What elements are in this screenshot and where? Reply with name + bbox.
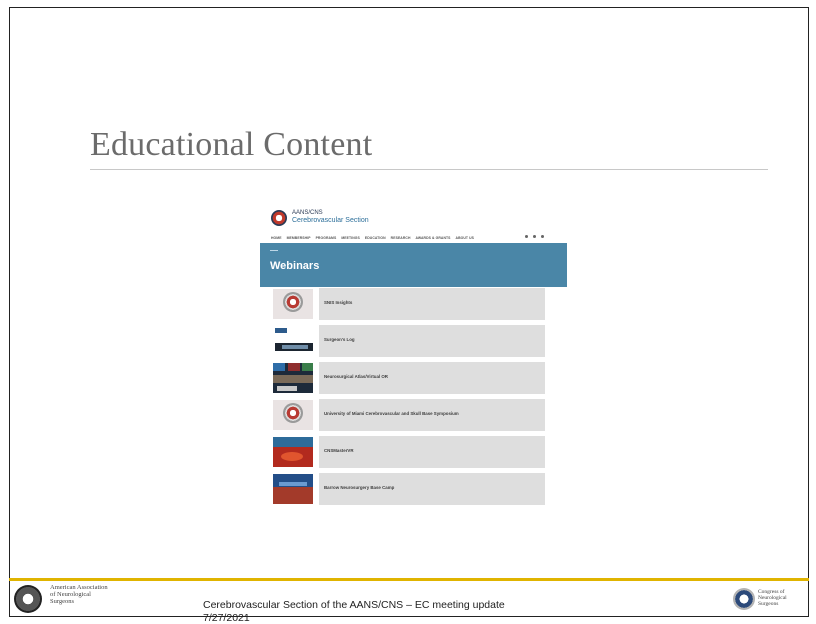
nav-item-programs[interactable]: PROGRAMS: [316, 236, 337, 240]
aans-cns-logo-icon: [271, 210, 287, 226]
item-label: Neurosurgical Atlas/Virtual OR: [324, 374, 388, 379]
footer-right-org: Congress of Neurological Surgeons: [758, 589, 787, 607]
item-label: University of Miami Cerebrovascular and …: [324, 411, 459, 416]
list-item[interactable]: Surgeon's Log: [273, 325, 545, 357]
item-thumbnail: [273, 326, 313, 356]
slide-title: Educational Content: [90, 126, 373, 163]
seal-icon: [283, 403, 303, 423]
nav-item-about[interactable]: ABOUT US: [456, 236, 475, 240]
item-label: Surgeon's Log: [324, 337, 355, 342]
list-item[interactable]: Barrow Neurosurgery Base Camp: [273, 473, 545, 505]
social-icon[interactable]: [525, 235, 528, 238]
banner-title: Webinars: [270, 260, 320, 272]
footer-date: 7/27/2021: [203, 612, 250, 624]
item-label: CNSMasterVR: [324, 448, 354, 453]
website-screenshot: AANS/CNS Cerebrovascular Section HOME ME…: [249, 198, 577, 508]
aans-logo-icon: [14, 585, 42, 613]
site-section-name: Cerebrovascular Section: [292, 217, 369, 224]
item-label: Barrow Neurosurgery Base Camp: [324, 485, 395, 490]
item-label: SNIS Insights: [324, 300, 353, 305]
footer-divider: [9, 578, 809, 581]
nav-item-meetings[interactable]: MEETINGS: [341, 236, 360, 240]
item-card[interactable]: CNSMasterVR: [319, 436, 545, 468]
item-card[interactable]: Neurosurgical Atlas/Virtual OR: [319, 362, 545, 394]
list-item[interactable]: CNSMasterVR: [273, 436, 545, 468]
nav-item-home[interactable]: HOME: [271, 236, 282, 240]
item-thumbnail: [273, 289, 313, 319]
list-item[interactable]: University of Miami Cerebrovascular and …: [273, 399, 545, 431]
site-header: AANS/CNS Cerebrovascular Section: [249, 198, 577, 232]
list-item[interactable]: SNIS Insights: [273, 288, 545, 320]
site-nav-icons: [525, 235, 544, 238]
item-card[interactable]: University of Miami Cerebrovascular and …: [319, 399, 545, 431]
item-card[interactable]: Barrow Neurosurgery Base Camp: [319, 473, 545, 505]
breadcrumb: [270, 250, 278, 251]
nav-item-education[interactable]: EDUCATION: [365, 236, 386, 240]
nav-item-research[interactable]: RESEARCH: [391, 236, 411, 240]
title-divider: [90, 169, 768, 170]
social-icon[interactable]: [541, 235, 544, 238]
nav-item-awards[interactable]: AWARDS & GRANTS: [416, 236, 451, 240]
item-thumbnail: [273, 437, 313, 467]
social-icon[interactable]: [533, 235, 536, 238]
item-thumbnail: [273, 363, 313, 393]
footer-left-org: American Association of Neurological Sur…: [50, 584, 108, 605]
list-item[interactable]: Neurosurgical Atlas/Virtual OR: [273, 362, 545, 394]
item-card[interactable]: SNIS Insights: [319, 288, 545, 320]
item-thumbnail: [273, 474, 313, 504]
webinars-banner: Webinars: [260, 243, 567, 287]
item-card[interactable]: Surgeon's Log: [319, 325, 545, 357]
footer-text: Cerebrovascular Section of the AANS/CNS …: [203, 599, 505, 611]
item-thumbnail: [273, 400, 313, 430]
cns-logo-icon: [733, 588, 755, 610]
site-org-name: AANS/CNS: [292, 210, 323, 216]
site-nav: HOME MEMBERSHIP PROGRAMS MEETINGS EDUCAT…: [271, 234, 551, 242]
seal-icon: [283, 292, 303, 312]
nav-item-membership[interactable]: MEMBERSHIP: [287, 236, 311, 240]
webinar-list: SNIS Insights Surgeon's Log Neurosurgica…: [273, 288, 545, 508]
